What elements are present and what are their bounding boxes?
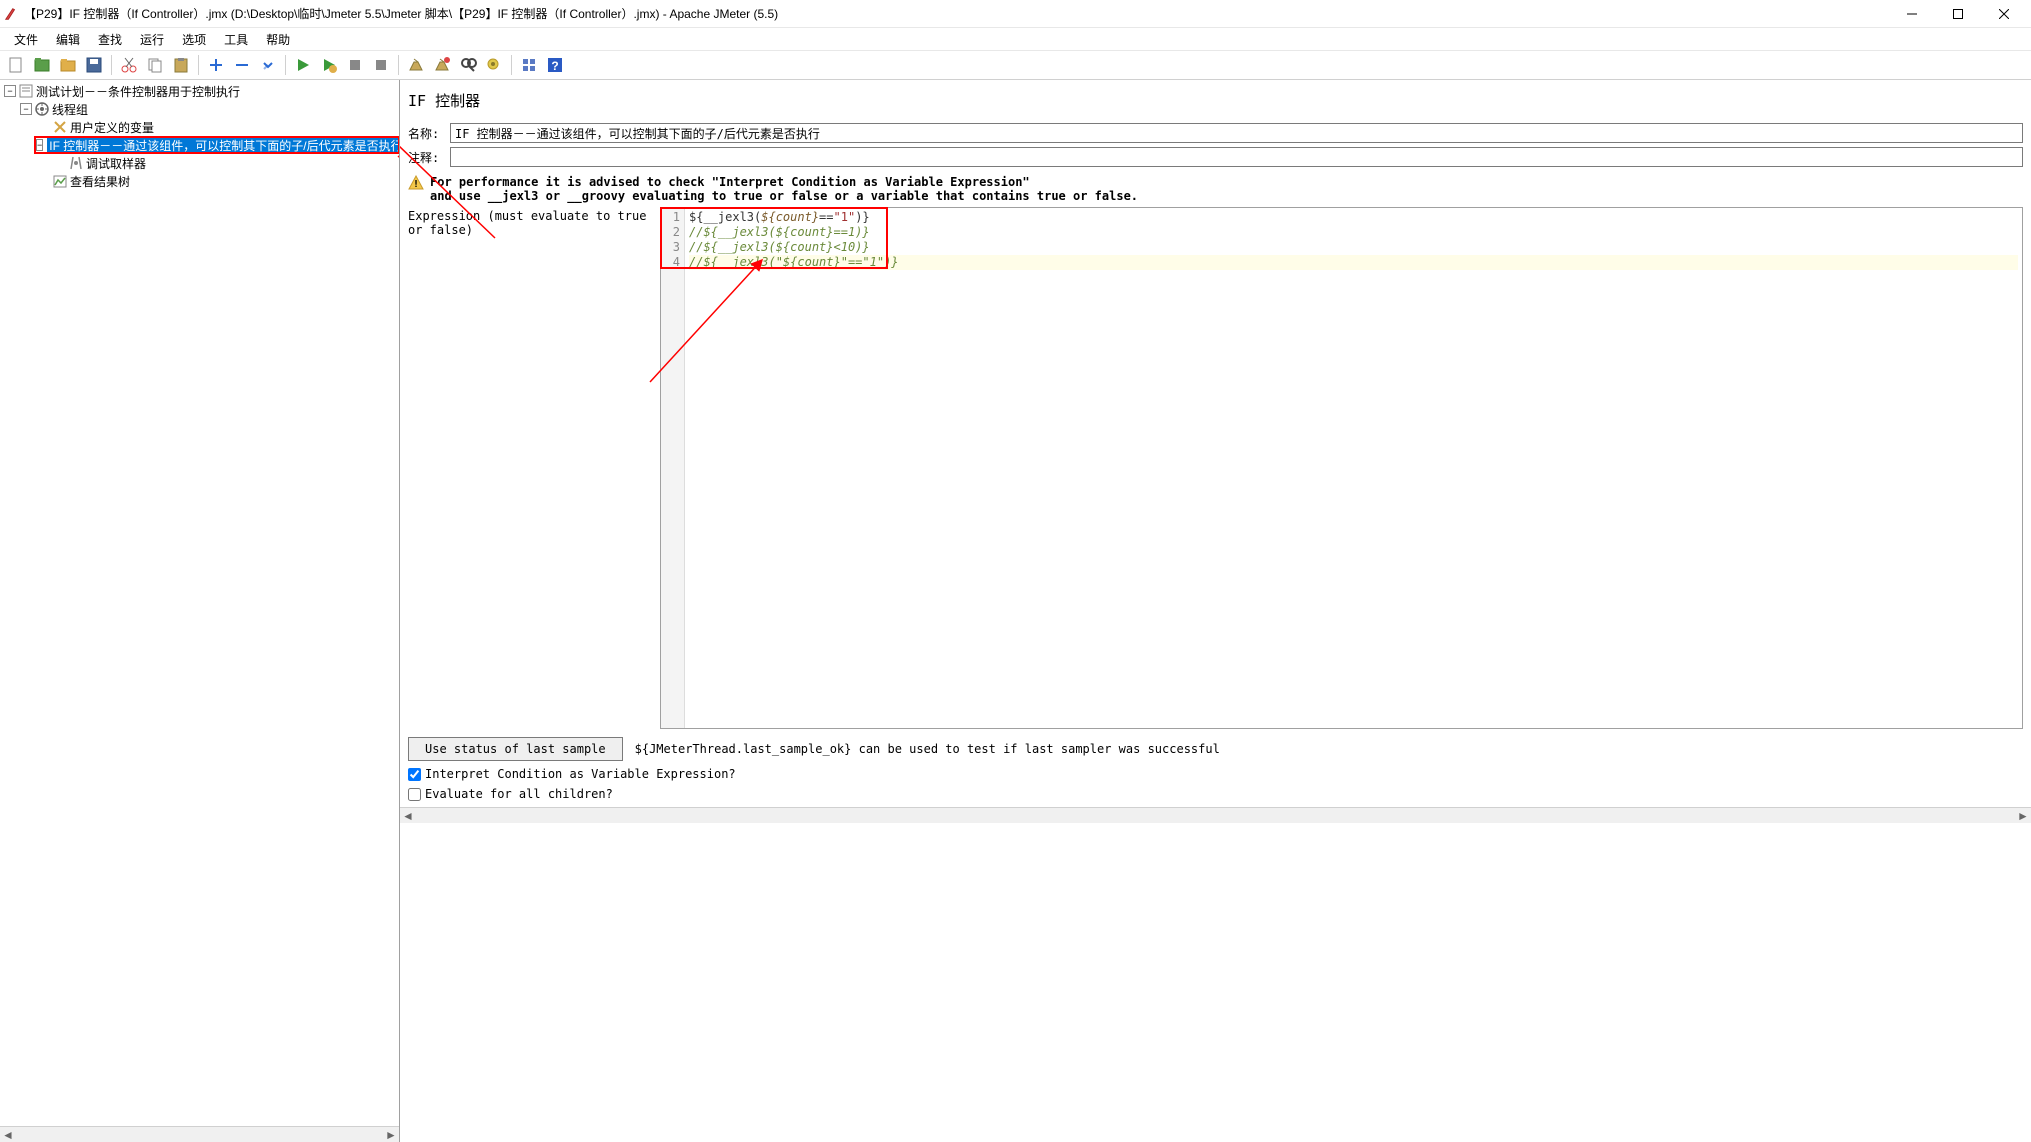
editor-code[interactable]: ${__jexl3(${count}=="1")} //${__jexl3(${… [685, 208, 2022, 728]
tree-label: IF 控制器－－通过该组件，可以控制其下面的子/后代元素是否执行 [47, 137, 400, 154]
app-icon [4, 7, 18, 21]
comments-label: 注释: [408, 149, 450, 166]
tree-user-vars[interactable]: 用户定义的变量 [0, 118, 399, 136]
threadgroup-icon [34, 101, 50, 117]
toggle-button[interactable] [256, 53, 280, 77]
start-no-pause-button[interactable] [317, 53, 341, 77]
expand-button[interactable] [204, 53, 228, 77]
tree-label: 线程组 [52, 101, 88, 118]
results-icon [52, 173, 68, 189]
tree-label: 测试计划－－条件控制器用于控制执行 [36, 83, 240, 100]
templates-button[interactable] [30, 53, 54, 77]
cut-button[interactable] [117, 53, 141, 77]
window-title: 【P29】IF 控制器（If Controller）.jmx (D:\Deskt… [24, 5, 1889, 22]
svg-text:!: ! [413, 179, 419, 190]
tree-root[interactable]: − 测试计划－－条件控制器用于控制执行 [0, 82, 399, 100]
hint-line1: For performance it is advised to check "… [430, 175, 1138, 189]
tree-thread-group[interactable]: − 线程组 [0, 100, 399, 118]
warning-icon: ! [408, 175, 424, 191]
menu-file[interactable]: 文件 [6, 29, 46, 50]
collapse-button[interactable] [230, 53, 254, 77]
shutdown-button[interactable] [369, 53, 393, 77]
scroll-right-icon[interactable]: ► [383, 1127, 399, 1142]
panel-scrollbar[interactable]: ◄ ► [400, 807, 2031, 823]
help-button[interactable]: ? [543, 53, 567, 77]
scroll-left-icon[interactable]: ◄ [0, 1127, 16, 1142]
evaluate-label: Evaluate for all children? [425, 787, 613, 801]
titlebar: 【P29】IF 控制器（If Controller）.jmx (D:\Deskt… [0, 0, 2031, 28]
uservars-icon [52, 119, 68, 135]
collapse-icon[interactable]: − [4, 85, 16, 97]
menubar: 文件 编辑 查找 运行 选项 工具 帮助 [0, 28, 2031, 50]
menu-edit[interactable]: 编辑 [48, 29, 88, 50]
expression-label: Expression (must evaluate to true or fal… [408, 207, 660, 237]
save-button[interactable] [82, 53, 106, 77]
expression-editor[interactable]: 1234 ${__jexl3(${count}=="1")} //${__jex… [660, 207, 2023, 729]
menu-search[interactable]: 查找 [90, 29, 130, 50]
svg-text:?: ? [551, 59, 558, 73]
scroll-right-icon[interactable]: ► [2015, 808, 2031, 824]
search-button[interactable] [456, 53, 480, 77]
interpret-checkbox-row[interactable]: Interpret Condition as Variable Expressi… [408, 767, 2023, 781]
tree-label: 用户定义的变量 [70, 119, 154, 136]
reset-search-button[interactable] [482, 53, 506, 77]
start-button[interactable] [291, 53, 315, 77]
tree-view-results[interactable]: 查看结果树 [0, 172, 399, 190]
use-status-button[interactable]: Use status of last sample [408, 737, 623, 761]
editor-gutter: 1234 [661, 208, 685, 728]
collapse-icon[interactable]: − [36, 139, 43, 151]
close-button[interactable] [1981, 0, 2027, 28]
tree-debug-sampler[interactable]: 调试取样器 [0, 154, 399, 172]
right-pane: IF 控制器 名称: 注释: ! For performance it is a… [400, 80, 2031, 1142]
status-hint: ${JMeterThread.last_sample_ok} can be us… [635, 742, 1220, 756]
new-button[interactable] [4, 53, 28, 77]
tree-if-controller[interactable]: − IF 控制器－－通过该组件，可以控制其下面的子/后代元素是否执行 [0, 136, 399, 154]
menu-run[interactable]: 运行 [132, 29, 172, 50]
maximize-button[interactable] [1935, 0, 1981, 28]
minimize-button[interactable] [1889, 0, 1935, 28]
function-helper-button[interactable] [517, 53, 541, 77]
copy-button[interactable] [143, 53, 167, 77]
tree-label: 调试取样器 [86, 155, 146, 172]
paste-button[interactable] [169, 53, 193, 77]
sampler-icon [68, 155, 84, 171]
open-button[interactable] [56, 53, 80, 77]
stop-button[interactable] [343, 53, 367, 77]
menu-help[interactable]: 帮助 [258, 29, 298, 50]
clear-button[interactable] [404, 53, 428, 77]
clear-all-button[interactable] [430, 53, 454, 77]
scroll-left-icon[interactable]: ◄ [400, 808, 416, 824]
tree-scrollbar[interactable]: ◄ ► [0, 1126, 399, 1142]
interpret-checkbox[interactable] [408, 768, 421, 781]
interpret-label: Interpret Condition as Variable Expressi… [425, 767, 736, 781]
evaluate-checkbox[interactable] [408, 788, 421, 801]
collapse-icon[interactable]: − [20, 103, 32, 115]
window-controls [1889, 0, 2027, 28]
menu-options[interactable]: 选项 [174, 29, 214, 50]
tree-pane[interactable]: − 测试计划－－条件控制器用于控制执行 − 线程组 用户定义的变量 − IF 控… [0, 80, 400, 1142]
comments-input[interactable] [450, 147, 2023, 167]
evaluate-checkbox-row[interactable]: Evaluate for all children? [408, 787, 2023, 801]
menu-tools[interactable]: 工具 [216, 29, 256, 50]
main-area: − 测试计划－－条件控制器用于控制执行 − 线程组 用户定义的变量 − IF 控… [0, 80, 2031, 1142]
name-input[interactable] [450, 123, 2023, 143]
testplan-icon [18, 83, 34, 99]
panel-heading: IF 控制器 [400, 80, 2031, 121]
name-label: 名称: [408, 125, 450, 142]
toolbar: ? [0, 50, 2031, 80]
tree-label: 查看结果树 [70, 173, 130, 190]
hint-line2: and use __jexl3 or __groovy evaluating t… [430, 189, 1138, 203]
